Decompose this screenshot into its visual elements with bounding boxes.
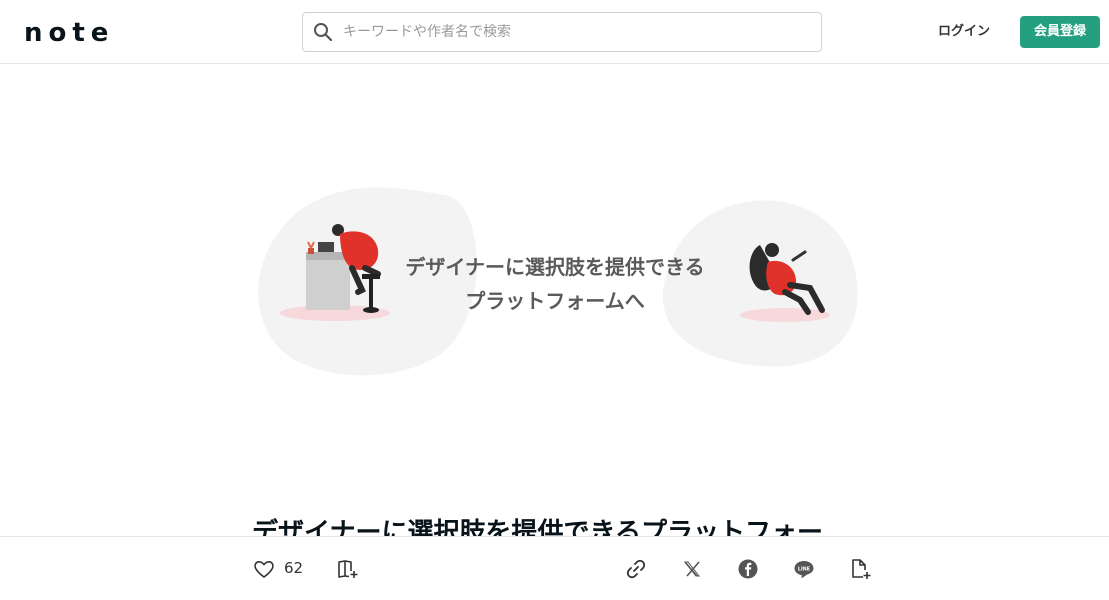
svg-text:LINE: LINE <box>798 567 810 573</box>
share-facebook-button[interactable] <box>736 557 760 581</box>
like-button[interactable] <box>252 557 276 581</box>
search-box[interactable] <box>302 12 822 52</box>
hero-caption-line1: デザイナーに選択肢を提供できる <box>405 255 705 279</box>
search-icon <box>314 23 333 42</box>
copy-link-button[interactable] <box>624 557 648 581</box>
login-button[interactable]: ログイン <box>928 16 1000 48</box>
magazine-add-icon <box>338 560 358 578</box>
share-x-button[interactable] <box>680 557 704 581</box>
link-icon <box>626 559 646 579</box>
embed-button[interactable] <box>848 557 872 581</box>
facebook-icon <box>738 559 758 579</box>
svg-text:note: note <box>24 20 114 44</box>
site-header: note ログイン 会員登録 <box>0 0 1109 64</box>
share-line-button[interactable]: LINE <box>792 557 816 581</box>
x-icon <box>683 561 701 577</box>
hero-caption-line2: プラットフォームへ <box>465 289 645 313</box>
embed-add-icon <box>852 559 871 579</box>
action-bar: 62 LINE <box>0 536 1109 600</box>
search-input[interactable] <box>343 13 813 51</box>
heart-icon <box>254 561 274 579</box>
line-icon: LINE <box>794 561 814 579</box>
hero-caption: デザイナーに選択肢を提供できる プラットフォームへ <box>380 250 730 318</box>
like-count: 62 <box>284 559 304 577</box>
note-logo[interactable]: note <box>24 20 124 44</box>
add-to-magazine-button[interactable] <box>336 557 360 581</box>
signup-button[interactable]: 会員登録 <box>1020 16 1100 48</box>
